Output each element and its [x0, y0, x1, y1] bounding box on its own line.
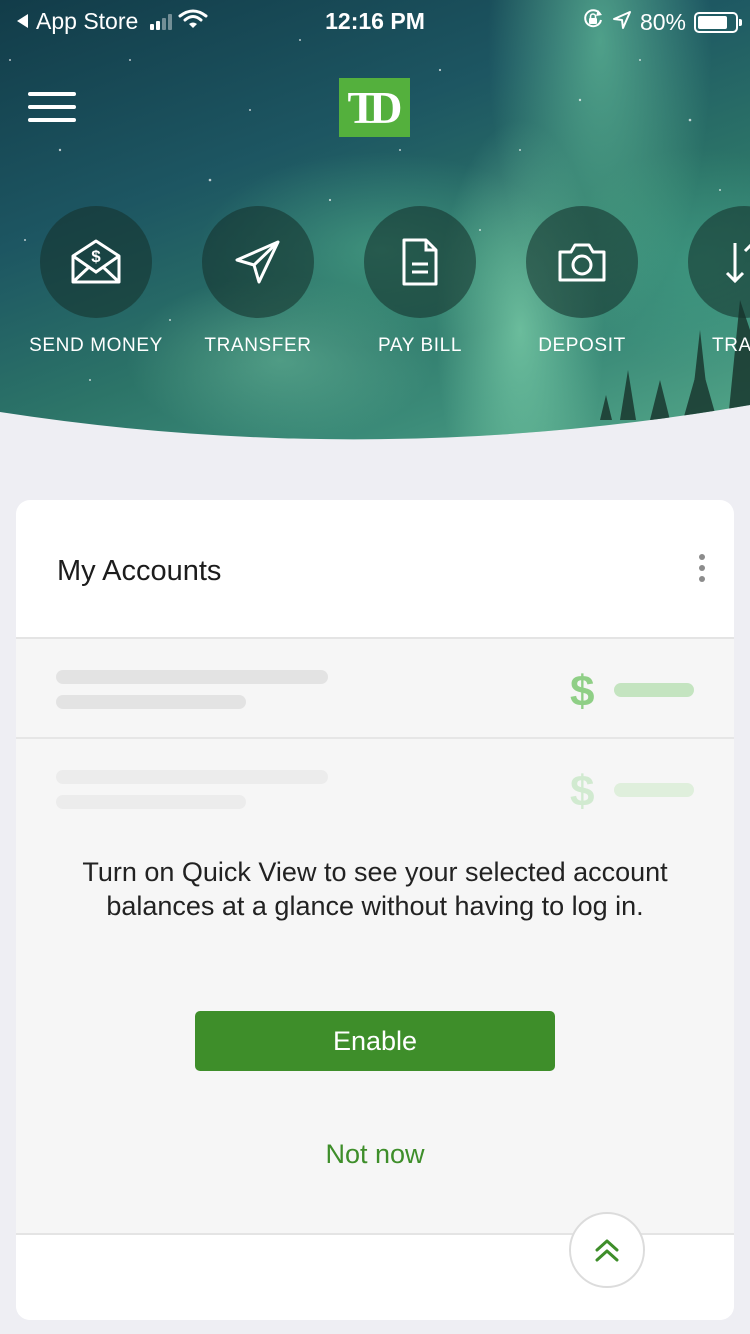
send-money-label: SEND MONEY [29, 335, 163, 356]
enable-button[interactable]: Enable [195, 1011, 555, 1071]
my-accounts-card: My Accounts $ $ Turn on Quick View to se… [16, 500, 734, 1320]
scroll-up-button[interactable] [569, 1212, 645, 1288]
more-options-icon[interactable] [696, 554, 708, 588]
paper-plane-icon [233, 237, 283, 287]
placeholder-account-row: $ [16, 739, 734, 839]
hamburger-menu-icon[interactable] [28, 92, 76, 124]
document-icon [400, 236, 440, 288]
send-money-button[interactable]: $ SEND MONEY [11, 206, 181, 357]
location-arrow-icon [612, 9, 632, 36]
transfer-partial-label: TRA [712, 335, 750, 356]
placeholder-account-row: $ [16, 639, 734, 739]
svg-text:$: $ [91, 247, 101, 266]
card-title: My Accounts [57, 555, 222, 587]
quick-actions: $ SEND MONEY TRANSFER PAY BILL DEPOSIT T… [0, 206, 750, 366]
battery-icon [694, 12, 738, 33]
orientation-lock-icon [582, 8, 604, 36]
double-chevron-up-icon [595, 1239, 619, 1262]
td-logo: TD [339, 78, 410, 137]
quick-view-message: Turn on Quick View to see your selected … [82, 857, 668, 921]
transfer-button[interactable]: TRANSFER [173, 206, 343, 357]
deposit-button[interactable]: DEPOSIT [497, 206, 667, 357]
dollar-icon: $ [570, 667, 595, 716]
deposit-label: DEPOSIT [538, 335, 626, 356]
envelope-dollar-icon: $ [69, 238, 123, 286]
status-bar: App Store 12:16 PM 80% [0, 0, 750, 40]
camera-icon [556, 240, 608, 284]
transfer-label: TRANSFER [204, 335, 312, 356]
transfer-partial-button[interactable]: TRA [659, 206, 750, 357]
hero-banner: App Store 12:16 PM 80% TD $ SEND MONEY T… [0, 0, 750, 445]
quick-view-prompt: $ $ Turn on Quick View to see your selec… [16, 639, 734, 1233]
transfer-arrows-icon [719, 237, 750, 287]
dollar-icon: $ [570, 767, 595, 816]
battery-percent: 80% [639, 8, 686, 35]
card-header: My Accounts [16, 500, 734, 639]
not-now-link[interactable]: Not now [16, 1139, 734, 1170]
pay-bill-button[interactable]: PAY BILL [335, 206, 505, 357]
pay-bill-label: PAY BILL [377, 335, 463, 356]
